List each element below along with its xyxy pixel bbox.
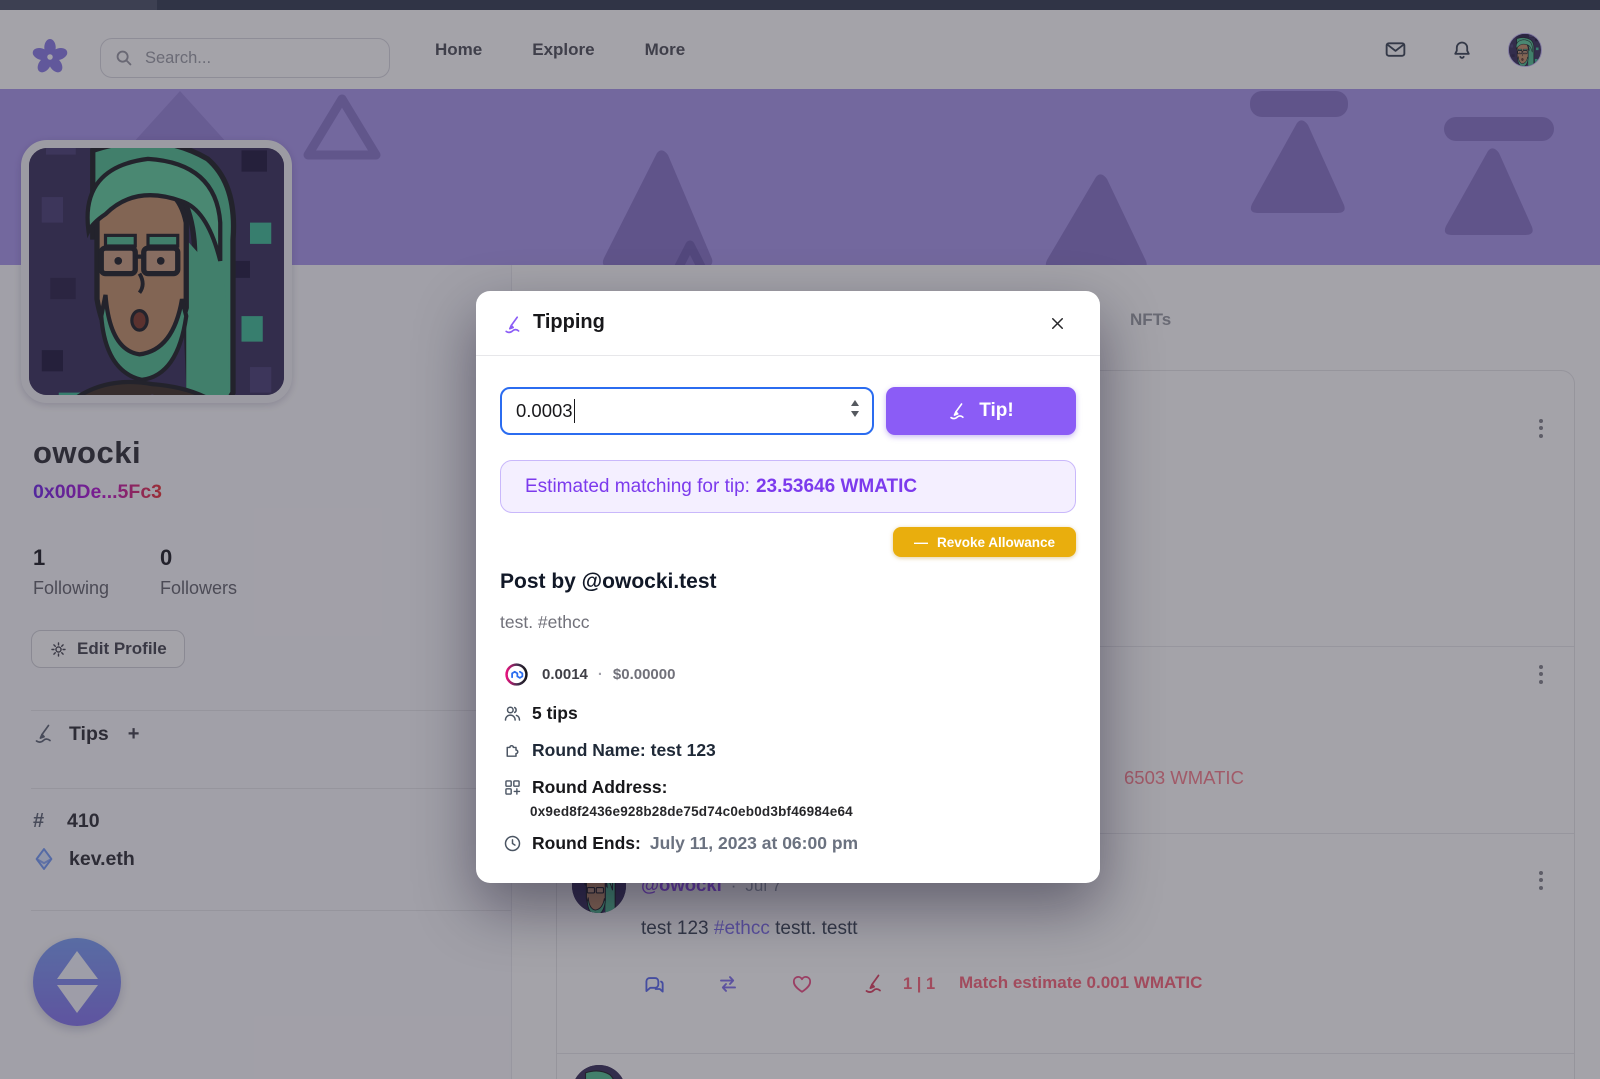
estimated-matching-banner: Estimated matching for tip: 23.53646 WMA… xyxy=(500,460,1076,513)
round-ends-row: Round Ends: July 11, 2023 at 06:00 pm xyxy=(502,833,858,854)
round-name-row: Round Name: test 123 xyxy=(502,740,716,761)
modal-title: Tipping xyxy=(533,311,605,334)
minus-icon: — xyxy=(914,534,928,550)
matching-value: 23.53646 WMATIC xyxy=(756,476,917,498)
tipping-modal: Tipping 0.0003 Tip! Estimated matchi xyxy=(476,291,1100,883)
close-icon xyxy=(1048,314,1067,333)
app-page: Home Explore More xyxy=(0,0,1600,1079)
matching-prefix: Estimated matching for tip: xyxy=(525,476,750,498)
revoke-allowance-button[interactable]: — Revoke Allowance xyxy=(893,527,1076,557)
puzzle-icon xyxy=(502,740,523,761)
round-address-value: 0x9ed8f2436e928b28de75d74c0eb0d3bf46984e… xyxy=(530,804,853,819)
tip-amount-value: 0.0003 xyxy=(516,400,573,422)
token-amount: 0.0014 xyxy=(542,666,588,683)
tip-amount-input[interactable]: 0.0003 xyxy=(500,387,874,435)
modal-post-excerpt: test. #ethcc xyxy=(500,612,590,633)
modal-header-divider xyxy=(476,355,1100,356)
round-name: Round Name: test 123 xyxy=(532,740,716,761)
dot-separator: · xyxy=(598,666,603,683)
number-stepper[interactable] xyxy=(851,400,859,417)
modal-tip-icon-wrap xyxy=(503,314,525,336)
revoke-allowance-label: Revoke Allowance xyxy=(937,535,1055,550)
qr-grid-icon xyxy=(502,777,523,798)
close-modal-button[interactable] xyxy=(1042,308,1072,338)
tips-count: 5 tips xyxy=(532,703,578,724)
usd-value: $0.00000 xyxy=(613,666,676,683)
round-address-row: Round Address: xyxy=(502,777,667,798)
token-amount-row: 0.0014 · $0.00000 xyxy=(505,663,675,686)
wmatic-coin-icon xyxy=(505,663,528,686)
tip-quill-icon xyxy=(948,401,969,422)
round-ends-label: Round Ends: xyxy=(532,833,641,854)
people-icon xyxy=(502,703,523,724)
text-caret xyxy=(574,399,576,423)
tip-submit-button[interactable]: Tip! xyxy=(886,387,1076,435)
round-address-label: Round Address: xyxy=(532,777,667,798)
tip-button-label: Tip! xyxy=(979,400,1013,422)
tips-count-row: 5 tips xyxy=(502,703,578,724)
stepper-down-icon[interactable] xyxy=(851,411,859,417)
round-ends-value: July 11, 2023 at 06:00 pm xyxy=(650,833,858,854)
stepper-up-icon[interactable] xyxy=(851,400,859,406)
clock-icon xyxy=(502,833,523,854)
modal-post-heading: Post by @owocki.test xyxy=(500,570,717,594)
tip-quill-icon xyxy=(503,314,525,336)
